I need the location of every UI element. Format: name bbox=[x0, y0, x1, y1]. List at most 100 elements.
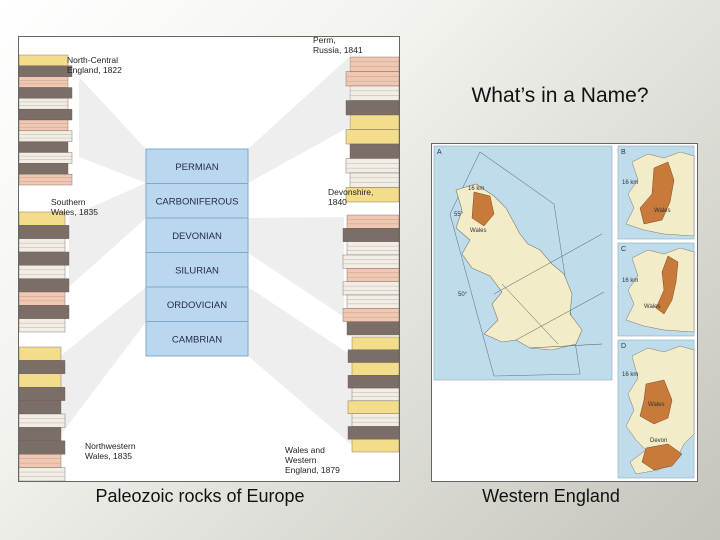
rock-column bbox=[19, 54, 73, 186]
panel-letter-a: A bbox=[437, 149, 442, 156]
rock-layer bbox=[345, 71, 399, 87]
rock-layer bbox=[19, 467, 66, 481]
rock-layer bbox=[19, 108, 73, 121]
map-d-wales-label: Wales bbox=[648, 402, 664, 408]
correlation-ray bbox=[59, 287, 146, 437]
locality-label: Northwestern Wales, 1835 bbox=[85, 441, 136, 461]
rock-layer bbox=[345, 100, 399, 116]
rock-column bbox=[19, 211, 70, 333]
rock-layer bbox=[19, 291, 66, 306]
rock-layer bbox=[349, 56, 399, 72]
rock-layer bbox=[19, 152, 73, 164]
panel-letter-b: B bbox=[621, 149, 626, 156]
rock-layer bbox=[19, 141, 69, 153]
western-england-maps-figure: A 16 km Wales 55° 50° B 16 km Wales C 16… bbox=[431, 143, 698, 482]
stratigraphic-columns-figure: PERMIAN CARBONIFEROUS DEVONIAN SILURIAN ORDO… bbox=[18, 36, 400, 482]
rock-layer bbox=[19, 387, 66, 401]
rock-layer bbox=[342, 281, 399, 296]
correlation-ray bbox=[248, 57, 349, 183]
rock-layer bbox=[345, 158, 399, 174]
rock-layer bbox=[19, 373, 62, 388]
rock-layer bbox=[19, 65, 73, 77]
map-b-wales-label: Wales bbox=[654, 208, 670, 214]
rock-layer bbox=[351, 413, 399, 427]
rock-layer bbox=[19, 400, 62, 415]
rock-layer bbox=[347, 400, 399, 414]
rock-layer bbox=[347, 426, 399, 440]
period-label: CAMBRIAN bbox=[172, 334, 222, 345]
map-a-lat-50-label: 50° bbox=[458, 292, 468, 298]
map-a-wales-label: Wales bbox=[470, 228, 486, 234]
rock-layer bbox=[19, 454, 62, 468]
rock-layer bbox=[349, 172, 399, 188]
rock-layer bbox=[19, 360, 66, 374]
slide-title: What’s in a Name? bbox=[471, 84, 649, 107]
period-label: CARBONIFEROUS bbox=[156, 196, 239, 207]
period-label: ORDOVICIAN bbox=[167, 300, 227, 311]
rock-layer bbox=[347, 375, 399, 389]
map-a-lat-55-label: 55° bbox=[454, 212, 464, 218]
period-label: SILURIAN bbox=[175, 265, 219, 276]
rock-layer bbox=[342, 254, 399, 269]
map-a-scale-label: 16 km bbox=[468, 186, 484, 192]
rock-column bbox=[342, 214, 399, 336]
locality-label: Wales and Western England, 1879 bbox=[285, 445, 340, 475]
rock-layer bbox=[349, 85, 399, 101]
panel-letter-c: C bbox=[621, 246, 626, 253]
map-c-wales-label: Wales bbox=[644, 304, 660, 310]
rock-layer bbox=[19, 305, 70, 319]
rock-layer bbox=[19, 318, 66, 333]
rock-layer bbox=[19, 173, 73, 186]
rock-layer bbox=[342, 228, 399, 242]
caption-western-england: Western England bbox=[482, 486, 620, 506]
western-england-maps: A 16 km Wales 55° 50° B 16 km Wales C 16… bbox=[433, 145, 695, 479]
rock-layer bbox=[342, 308, 399, 322]
rock-layer bbox=[19, 119, 69, 132]
locality-label: Southern Wales, 1835 bbox=[51, 197, 98, 217]
locality-label: North-Central England, 1822 bbox=[67, 55, 122, 75]
rock-layer bbox=[19, 163, 69, 175]
rock-layer bbox=[345, 129, 399, 145]
rock-layer bbox=[19, 225, 70, 239]
caption-paleozoic-rocks: Paleozoic rocks of Europe bbox=[95, 486, 305, 506]
panel-letter-d: D bbox=[621, 343, 626, 350]
period-label: DEVONIAN bbox=[172, 231, 222, 242]
rock-layer bbox=[19, 440, 66, 455]
rock-layer bbox=[19, 98, 69, 110]
rock-layer bbox=[346, 321, 399, 336]
rock-layer bbox=[351, 387, 399, 402]
rock-layer bbox=[346, 214, 399, 229]
stratigraphic-columns-diagram: PERMIAN CARBONIFEROUS DEVONIAN SILURIAN ORDO… bbox=[19, 37, 399, 481]
rock-layer bbox=[351, 439, 399, 453]
rock-layer bbox=[346, 241, 399, 256]
correlation-ray bbox=[79, 77, 146, 183]
rock-layer bbox=[19, 251, 70, 266]
rock-layer bbox=[346, 294, 399, 309]
map-d-devon-label: Devon bbox=[650, 438, 667, 444]
rock-layer bbox=[19, 427, 62, 441]
rock-layer bbox=[351, 362, 399, 376]
rock-layer bbox=[349, 143, 399, 159]
locality-label: Perm, Russia, 1841 bbox=[313, 37, 363, 55]
period-table: PERMIAN CARBONIFEROUS DEVONIAN SILURIAN ORDO… bbox=[145, 148, 249, 357]
rock-layer bbox=[349, 114, 399, 130]
rock-layer bbox=[19, 265, 66, 279]
rock-column bbox=[347, 336, 399, 453]
map-c-scale-label: 16 km bbox=[622, 278, 638, 284]
rock-column bbox=[19, 346, 66, 481]
rock-layer bbox=[19, 54, 69, 67]
rock-column bbox=[345, 56, 399, 203]
map-d-scale-label: 16 km bbox=[622, 372, 638, 378]
rock-layer bbox=[351, 336, 399, 350]
rock-layer bbox=[19, 238, 66, 253]
map-b-scale-label: 16 km bbox=[622, 180, 638, 186]
rock-layer bbox=[19, 130, 73, 142]
rock-layer bbox=[19, 346, 62, 361]
rock-layer bbox=[19, 278, 70, 293]
rock-layer bbox=[19, 413, 66, 428]
rock-layer bbox=[347, 349, 399, 363]
period-label: PERMIAN bbox=[175, 162, 218, 173]
map-c-land bbox=[625, 247, 695, 333]
rock-layer bbox=[19, 76, 69, 88]
rock-layer bbox=[19, 87, 73, 99]
